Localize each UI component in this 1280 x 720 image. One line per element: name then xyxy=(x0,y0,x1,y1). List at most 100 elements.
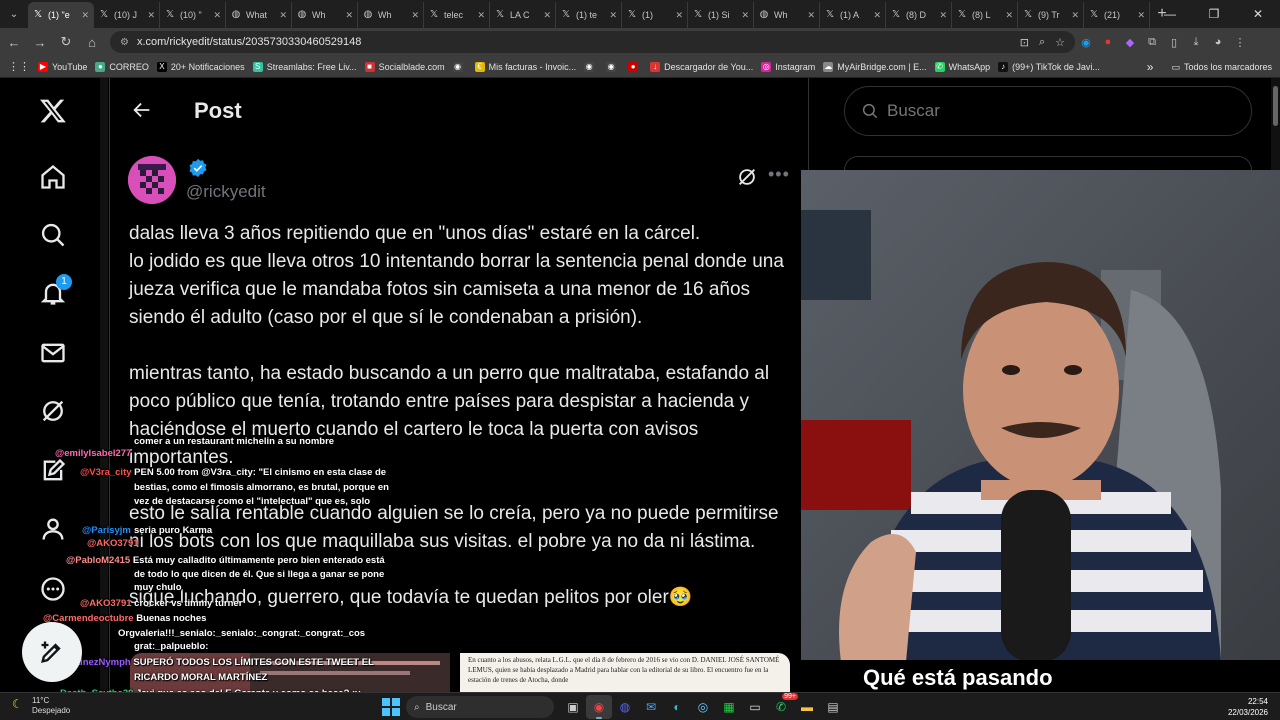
avatar[interactable] xyxy=(128,156,176,204)
extensions-puzzle-icon[interactable]: ⧉ xyxy=(1141,36,1163,49)
bookmark-item[interactable]: ✆ WhatsApp xyxy=(934,61,990,72)
extension-icon[interactable]: ● xyxy=(1097,36,1119,48)
browser-tab[interactable]: ◍ Wh ✕ xyxy=(292,2,358,28)
browser-tab[interactable]: ◍ What ✕ xyxy=(226,2,292,28)
tab-close-icon[interactable]: ✕ xyxy=(1137,10,1145,21)
discord-icon[interactable]: ◍ xyxy=(612,695,638,719)
tab-close-icon[interactable]: ✕ xyxy=(81,10,89,21)
grok-icon[interactable] xyxy=(34,392,72,430)
url-text[interactable]: x.com/rickyedit/status/20357303304605291… xyxy=(137,36,1020,48)
tab-close-icon[interactable]: ✕ xyxy=(1071,10,1079,21)
notifications-bell-icon[interactable]: 1 xyxy=(34,274,72,312)
system-clock[interactable]: 22:54 22/03/2026 xyxy=(1228,696,1268,718)
browser-tab[interactable]: ◍ Wh ✕ xyxy=(358,2,424,28)
browser-tab[interactable]: ◍ Wh ✕ xyxy=(754,2,820,28)
tab-close-icon[interactable]: ✕ xyxy=(213,10,221,21)
bookmark-item[interactable]: ▶ YouTube xyxy=(38,61,87,72)
bookmark-item[interactable]: ◉ xyxy=(584,61,598,72)
tab-close-icon[interactable]: ✕ xyxy=(147,10,155,21)
file-explorer-icon[interactable]: ▬ xyxy=(794,695,820,719)
bookmark-item[interactable]: ● xyxy=(628,61,642,72)
browser-tab[interactable]: 𝕏 LA C ✕ xyxy=(490,2,556,28)
bookmark-item[interactable]: ♪ (99+) TikTok de Javi... xyxy=(998,61,1100,72)
browser-tab[interactable]: 𝕏 (9) Tr ✕ xyxy=(1018,2,1084,28)
reload-icon[interactable]: ↻ xyxy=(54,30,78,54)
extension-icon[interactable]: ◉ xyxy=(1075,36,1097,49)
tab-close-icon[interactable]: ✕ xyxy=(873,10,881,21)
all-bookmarks-link[interactable]: Todos los marcadores xyxy=(1184,62,1272,72)
tab-close-icon[interactable]: ✕ xyxy=(279,10,287,21)
tab-close-icon[interactable]: ✕ xyxy=(411,10,419,21)
maximize-icon[interactable]: ❐ xyxy=(1192,0,1236,28)
download-icon[interactable]: ⤓ xyxy=(1185,36,1207,49)
chrome-icon[interactable]: ◉ xyxy=(586,695,612,719)
site-info-icon[interactable]: ⚙ xyxy=(120,37,129,48)
bookmark-item[interactable]: X 20+ Notificaciones xyxy=(156,61,245,72)
browser-menu-icon[interactable]: ⋮ xyxy=(1229,36,1251,49)
bookmark-item[interactable]: ◎ Instagram xyxy=(761,61,815,72)
mail-icon[interactable]: ✉ xyxy=(638,695,664,719)
app-icon[interactable]: ▤ xyxy=(820,695,846,719)
edge-icon[interactable]: ◐ xyxy=(664,695,690,719)
bookmark-item[interactable]: ■ Socialblade.com xyxy=(364,61,445,72)
close-window-icon[interactable]: ✕ xyxy=(1236,0,1280,28)
more-horizontal-icon[interactable]: ••• xyxy=(768,164,790,185)
tab-close-icon[interactable]: ✕ xyxy=(609,10,617,21)
globe-app-icon[interactable]: ◎ xyxy=(690,695,716,719)
back-arrow-icon[interactable] xyxy=(128,96,156,124)
whatsapp-icon[interactable]: ✆ 99+ xyxy=(768,693,798,719)
zoom-icon[interactable]: ⌕ xyxy=(1039,36,1045,49)
taskbar-search-input[interactable]: ⌕ Buscar xyxy=(406,696,554,718)
profile-avatar-icon[interactable]: ◕ xyxy=(1207,36,1229,48)
x-logo-icon[interactable] xyxy=(34,92,72,130)
bookmark-item[interactable]: ↓ Descargador de You... xyxy=(650,61,753,72)
bookmark-item[interactable]: ☁ MyAirBridge.com | E... xyxy=(823,61,927,72)
tab-close-icon[interactable]: ✕ xyxy=(345,10,353,21)
bookmark-item[interactable]: € Mis facturas - Invoic... xyxy=(474,61,576,72)
bookmark-item[interactable]: S Streamlabs: Free Liv... xyxy=(252,61,357,72)
minimize-icon[interactable]: — xyxy=(1148,0,1192,28)
browser-tab[interactable]: 𝕏 (1) te ✕ xyxy=(556,2,622,28)
tab-close-icon[interactable]: ✕ xyxy=(543,10,551,21)
bookmarks-overflow-icon[interactable]: » xyxy=(1147,60,1154,74)
browser-tab[interactable]: 𝕏 (1) "e ✕ xyxy=(28,2,94,28)
compose-post-button[interactable] xyxy=(22,622,82,682)
sidebar-icon[interactable]: ▯ xyxy=(1163,36,1185,49)
messages-envelope-icon[interactable] xyxy=(34,334,72,372)
browser-tab[interactable]: 𝕏 (8) L ✕ xyxy=(952,2,1018,28)
tab-close-icon[interactable]: ✕ xyxy=(1005,10,1013,21)
green-app-icon[interactable]: ▦ xyxy=(716,695,742,719)
weather-widget[interactable]: ☾ 11°C Despejado xyxy=(12,696,70,716)
browser-tab[interactable]: 𝕏 (1) A ✕ xyxy=(820,2,886,28)
browser-tab[interactable]: 𝕏 (1) Si ✕ xyxy=(688,2,754,28)
scroll-thumb[interactable] xyxy=(1273,86,1278,126)
explore-search-icon[interactable] xyxy=(34,216,72,254)
apps-grid-icon[interactable]: ⋮⋮ xyxy=(8,60,30,73)
task-view-icon[interactable]: ▣ xyxy=(560,695,586,719)
bookmark-item[interactable]: ◉ xyxy=(452,61,467,72)
bookmark-item[interactable]: ● CORREO xyxy=(95,61,149,72)
forward-nav-icon[interactable]: → xyxy=(28,30,52,54)
search-input[interactable]: Buscar xyxy=(844,86,1252,136)
tab-close-icon[interactable]: ✕ xyxy=(807,10,815,21)
tab-close-icon[interactable]: ✕ xyxy=(741,10,749,21)
tab-close-icon[interactable]: ✕ xyxy=(939,10,947,21)
browser-tab[interactable]: 𝕏 (10) " ✕ xyxy=(160,2,226,28)
author-handle[interactable]: @rickyedit xyxy=(186,182,266,202)
browser-tab[interactable]: 𝕏 (21) ✕ xyxy=(1084,2,1150,28)
bookmark-star-icon[interactable]: ☆ xyxy=(1055,36,1065,49)
windows-start-icon[interactable] xyxy=(382,698,400,716)
terminal-icon[interactable]: ▭ xyxy=(742,695,768,719)
browser-tab[interactable]: 𝕏 (10) J ✕ xyxy=(94,2,160,28)
grok-explain-icon[interactable] xyxy=(736,166,758,188)
browser-tab[interactable]: 𝕏telec ✕ xyxy=(424,2,490,28)
media-image-document[interactable]: En cuanto a los abusos, relata L.G.L. qu… xyxy=(460,653,790,692)
back-nav-icon[interactable]: ← xyxy=(2,30,26,54)
bookmark-item[interactable]: ◉ xyxy=(606,61,620,72)
browser-tab[interactable]: 𝕏 (1) ✕ xyxy=(622,2,688,28)
tab-close-icon[interactable]: ✕ xyxy=(675,10,683,21)
address-bar[interactable]: ⚙ x.com/rickyedit/status/203573033046052… xyxy=(110,31,1075,53)
home-nav-icon[interactable] xyxy=(34,158,72,196)
install-icon[interactable]: ⊡ xyxy=(1020,36,1029,49)
tab-search-icon[interactable]: ⌄ xyxy=(0,0,28,28)
